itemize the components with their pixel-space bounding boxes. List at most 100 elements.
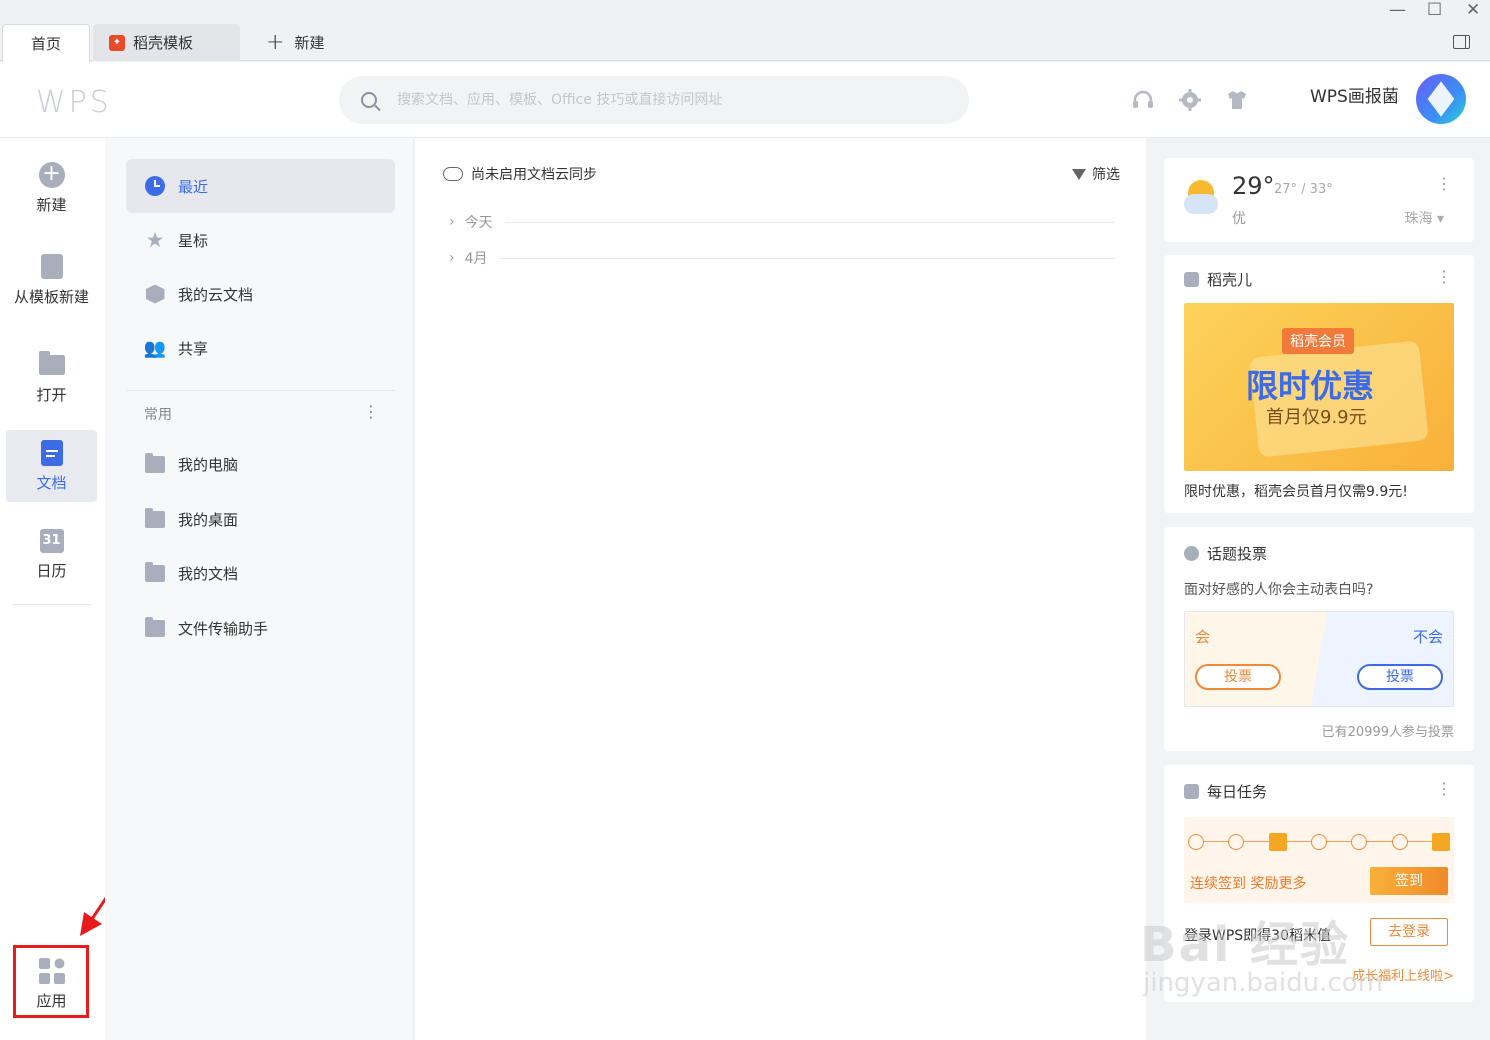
weather-air-quality: 优 xyxy=(1232,211,1246,227)
nav-my-desktop[interactable]: 我的桌面 xyxy=(126,492,395,546)
weather-range: 27° / 33° xyxy=(1274,182,1333,197)
poll-option-yes: 会 xyxy=(1195,628,1211,646)
nav-shared-label: 共享 xyxy=(178,339,209,358)
poll-option-no: 不会 xyxy=(1412,628,1443,646)
close-button[interactable]: ✕ xyxy=(1466,0,1480,20)
file-list-area: 尚未启用文档云同步 筛选 › 今天 › 4月 xyxy=(415,138,1146,1040)
rail-open[interactable]: 打开 xyxy=(6,342,97,414)
poll-options: 会 不会 投票 投票 xyxy=(1184,611,1454,707)
desktop-shortcut-icon xyxy=(145,507,165,528)
wps-logo: WPS xyxy=(36,85,112,120)
new-tab-button[interactable]: + 新建 xyxy=(262,24,328,61)
poll-count: 已有20999人参与投票 xyxy=(1321,725,1454,740)
nav-my-documents[interactable]: 我的文档 xyxy=(126,546,395,600)
caret-down-icon: ▾ xyxy=(1436,211,1444,227)
chevron-right-icon: › xyxy=(449,250,455,266)
folder-icon xyxy=(38,350,65,375)
docer-card: 稻壳儿 ⋮ 稻壳会员 限时优惠 首月仅9.9元 限时优惠，稻壳会员首月仅需9.9… xyxy=(1164,255,1474,513)
search-input[interactable] xyxy=(397,92,917,108)
rail-documents-label: 文档 xyxy=(36,473,67,492)
login-button[interactable]: 去登录 xyxy=(1370,918,1448,946)
nav-starred-label: 星标 xyxy=(178,231,209,250)
cloud-sync-status[interactable]: 尚未启用文档云同步 xyxy=(443,164,597,184)
rail-open-label: 打开 xyxy=(36,385,67,404)
nav-file-transfer[interactable]: 文件传输助手 xyxy=(126,601,395,655)
group-april-label: 4月 xyxy=(464,251,488,267)
tab-home[interactable]: 首页 xyxy=(2,24,90,62)
nav-cloud-label: 我的云文档 xyxy=(178,285,254,304)
tasks-title-text: 每日任务 xyxy=(1207,783,1268,801)
poll-question: 面对好感的人你会主动表白吗? xyxy=(1184,582,1374,598)
tab-docer-templates[interactable]: ✦ 稻壳模板 xyxy=(93,24,240,61)
group-today[interactable]: › 今天 xyxy=(449,212,1115,232)
nav-recent[interactable]: 最近 xyxy=(126,159,395,213)
poll-title-text: 话题投票 xyxy=(1207,545,1268,563)
chevron-right-icon: › xyxy=(449,214,455,230)
group-today-label: 今天 xyxy=(464,215,493,231)
clipboard-icon xyxy=(1184,784,1199,799)
nav-mydocs-label: 我的文档 xyxy=(178,564,239,583)
nav-computer-label: 我的电脑 xyxy=(178,455,239,474)
title-bar: 首页 ✦ 稻壳模板 + 新建 — ☐ ✕ xyxy=(0,0,1490,62)
city-label: 珠海 xyxy=(1404,211,1433,227)
promo-banner[interactable]: 稻壳会员 限时优惠 首月仅9.9元 xyxy=(1184,303,1454,471)
new-tab-label: 新建 xyxy=(294,34,325,52)
poll-card-title: 话题投票 xyxy=(1184,543,1267,564)
sync-text: 尚未启用文档云同步 xyxy=(471,167,597,183)
user-name[interactable]: WPS画报菌 xyxy=(1310,82,1399,107)
headset-service-icon[interactable] xyxy=(1131,88,1155,112)
streak-text: 连续签到 奖励更多 xyxy=(1190,876,1307,892)
more-vertical-icon[interactable]: ⋮ xyxy=(363,402,379,421)
side-panel-toggle-icon[interactable] xyxy=(1453,35,1470,49)
nav-shared[interactable]: 👥 共享 xyxy=(126,321,395,375)
cloud-icon xyxy=(443,167,463,181)
nav-my-computer[interactable]: 我的电脑 xyxy=(126,437,395,491)
minimize-button[interactable]: — xyxy=(1389,0,1406,20)
plus-circle-icon: + xyxy=(38,161,65,188)
docer-logo-icon: ✦ xyxy=(109,34,125,51)
star-icon: ★ xyxy=(145,227,165,252)
more-vertical-icon[interactable]: ⋮ xyxy=(1436,779,1452,798)
docer-card-title: 稻壳儿 xyxy=(1184,269,1252,290)
poll-icon xyxy=(1184,546,1199,561)
rail-new-label: 新建 xyxy=(36,195,67,214)
rail-calendar[interactable]: 31 日历 xyxy=(6,518,97,590)
weather-temp: 29° xyxy=(1232,172,1275,200)
baidu-watermark-url: jingyan.baidu.com xyxy=(1143,968,1383,998)
weather-card[interactable]: 29° 27° / 33° 优 珠海 ▾ ⋮ xyxy=(1164,158,1474,242)
skin-tshirt-icon[interactable] xyxy=(1225,88,1249,112)
gift-icon xyxy=(1431,833,1450,851)
signin-button[interactable]: 签到 xyxy=(1370,867,1448,895)
promo-caption[interactable]: 限时优惠，稻壳会员首月仅需9.9元! xyxy=(1184,481,1408,501)
rail-calendar-label: 日历 xyxy=(36,561,67,580)
more-vertical-icon[interactable]: ⋮ xyxy=(1436,267,1452,286)
nav-starred[interactable]: ★ 星标 xyxy=(126,213,395,267)
clock-icon xyxy=(145,176,165,196)
nav-cloud-docs[interactable]: 我的云文档 xyxy=(126,267,395,321)
poll-card: 话题投票 面对好感的人你会主动表白吗? 会 不会 投票 投票 已有20999人参… xyxy=(1164,527,1474,751)
city-selector[interactable]: 珠海 ▾ xyxy=(1405,208,1444,228)
rail-new-from-template[interactable]: 从模板新建 xyxy=(6,239,97,321)
maximize-button[interactable]: ☐ xyxy=(1427,0,1442,20)
rail-documents[interactable]: 文档 xyxy=(6,430,97,502)
gear-icon[interactable] xyxy=(1178,88,1202,112)
promo-badge: 稻壳会员 xyxy=(1282,328,1354,354)
rail-template-label: 从模板新建 xyxy=(13,287,89,306)
rail-new[interactable]: + 新建 xyxy=(6,152,97,224)
baidu-watermark: Bai 经验 xyxy=(1140,917,1351,973)
tab-docer-label: 稻壳模板 xyxy=(133,34,194,52)
vote-yes-button[interactable]: 投票 xyxy=(1195,664,1281,690)
more-vertical-icon[interactable]: ⋮ xyxy=(1436,174,1452,193)
day-dot xyxy=(1351,834,1368,850)
vote-no-button[interactable]: 投票 xyxy=(1357,664,1443,690)
gift-icon xyxy=(1268,833,1287,851)
docer-title-text: 稻壳儿 xyxy=(1207,271,1253,289)
nav-panel: 最近 ★ 星标 我的云文档 👥 共享 常用 ⋮ 我的电脑 我的桌面 我的文档 文… xyxy=(105,138,414,1040)
avatar[interactable] xyxy=(1416,74,1466,124)
group-april[interactable]: › 4月 xyxy=(449,248,1115,268)
search-bar[interactable] xyxy=(339,76,969,124)
file-transfer-icon xyxy=(145,616,165,637)
filter-button[interactable]: 筛选 xyxy=(1072,164,1120,184)
day-dot xyxy=(1228,834,1245,850)
nav-desktop-label: 我的桌面 xyxy=(178,510,239,529)
